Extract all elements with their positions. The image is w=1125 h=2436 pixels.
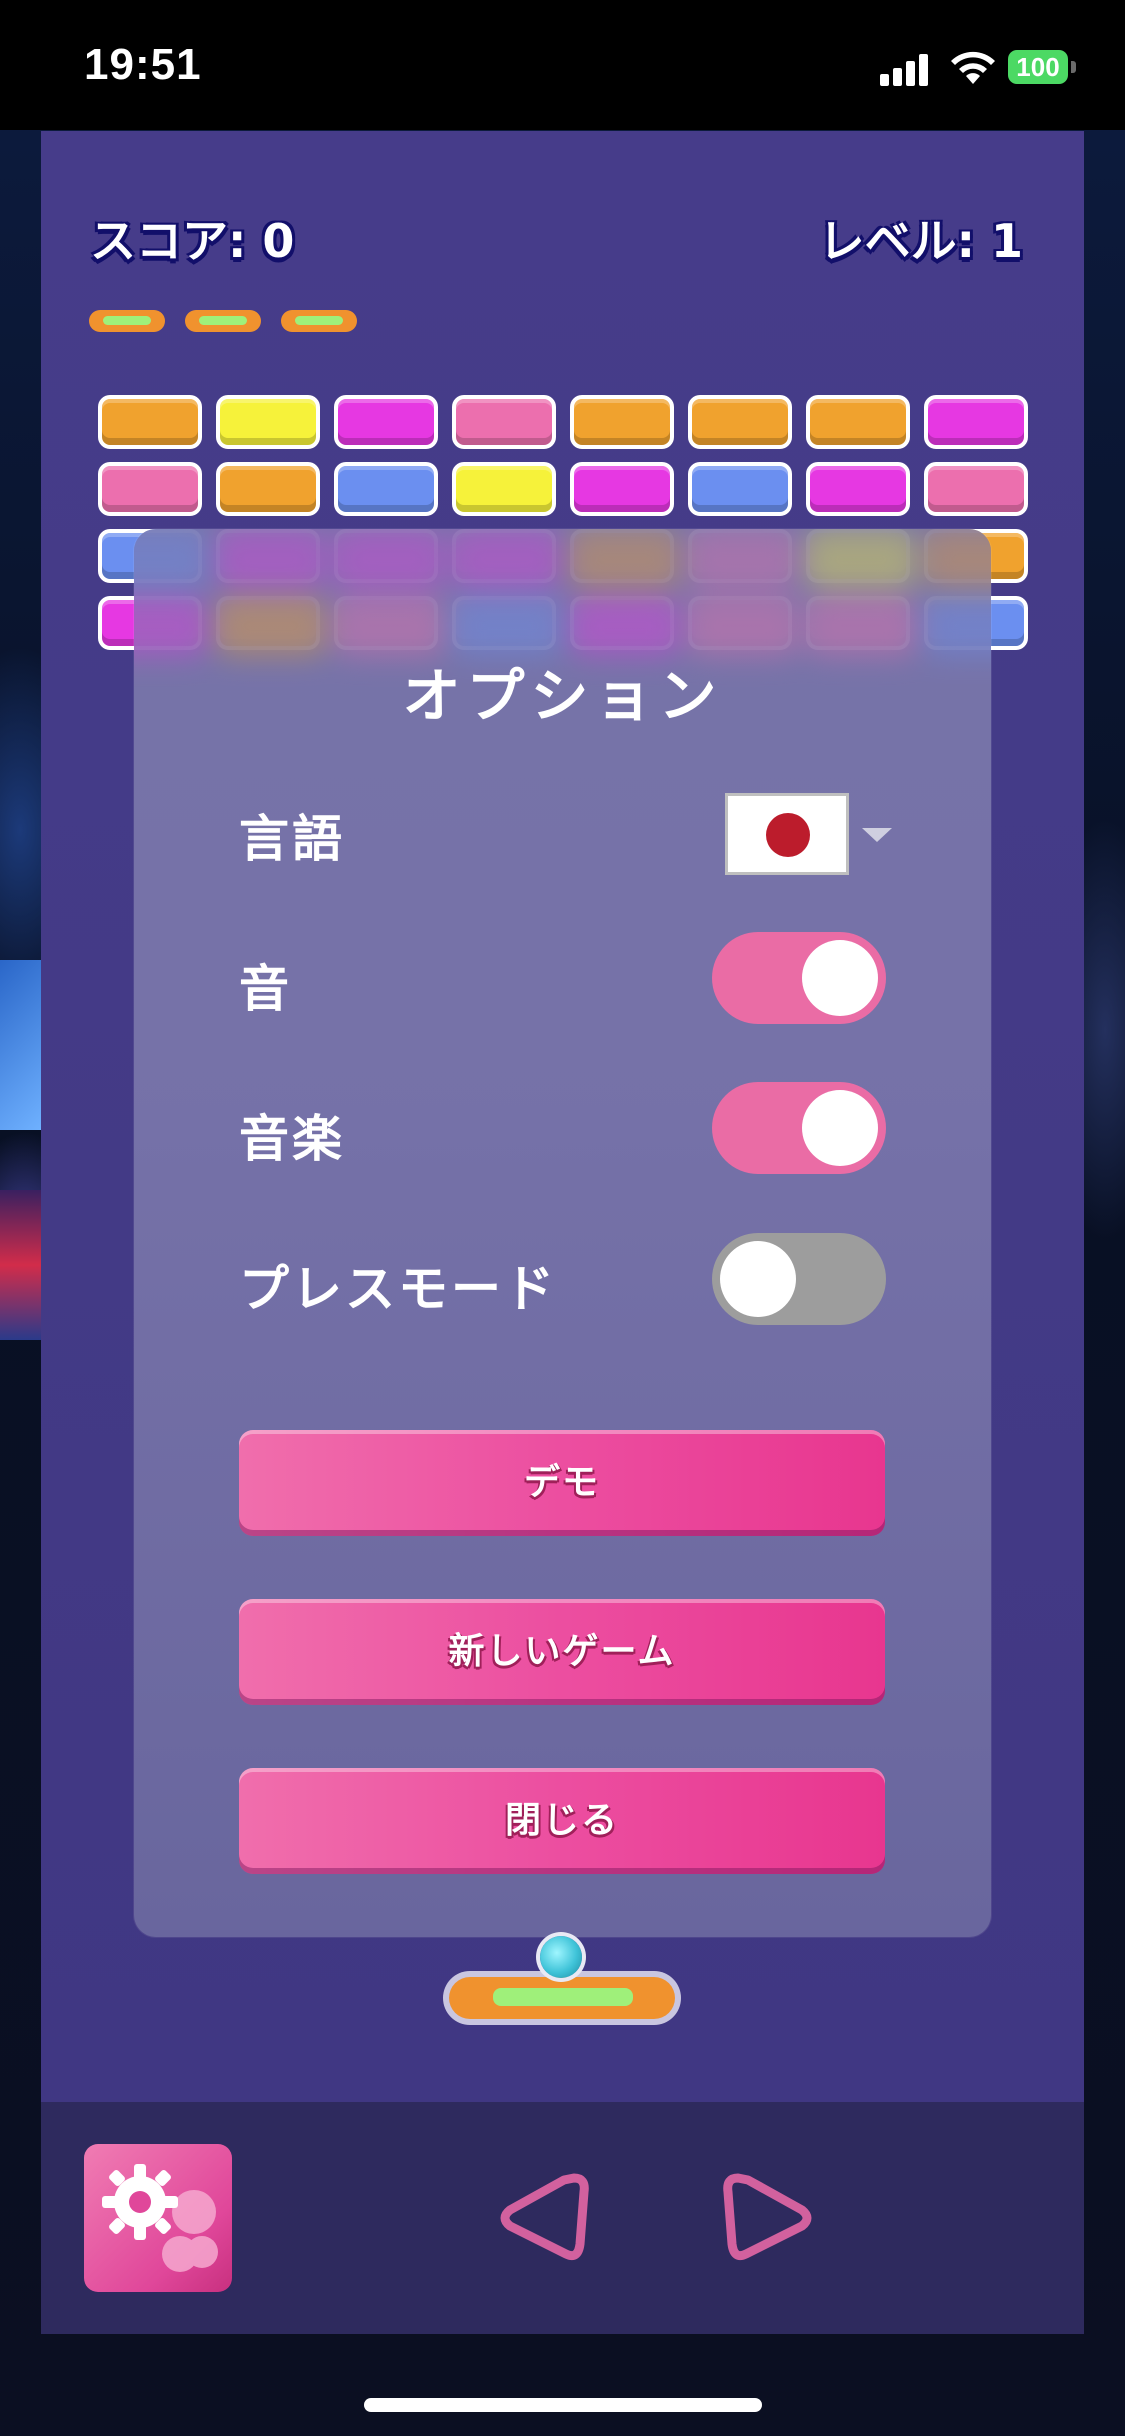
- life-icon: [89, 310, 165, 332]
- sound-label: 音: [239, 960, 292, 1018]
- triangle-right-icon: [723, 2173, 812, 2261]
- brick: [688, 395, 792, 449]
- brick: [216, 395, 320, 449]
- music-toggle[interactable]: [712, 1082, 886, 1174]
- wifi-icon: [951, 51, 995, 84]
- brick: [570, 395, 674, 449]
- ball: [540, 1936, 582, 1978]
- brick: [806, 462, 910, 516]
- japan-flag-icon: [766, 813, 810, 857]
- move-left-button[interactable]: [496, 2168, 596, 2268]
- life-icon: [281, 310, 357, 332]
- settings-button[interactable]: [84, 2144, 232, 2292]
- brick: [334, 462, 438, 516]
- sound-toggle[interactable]: [712, 932, 886, 1024]
- score-display: スコア: 0: [90, 214, 295, 268]
- paddle[interactable]: [449, 1977, 675, 2019]
- gear-icon: [102, 2164, 218, 2272]
- brick: [924, 395, 1028, 449]
- background-poster: [0, 1190, 42, 1340]
- status-bar: 19:51 100: [0, 0, 1125, 130]
- triangle-left-icon: [500, 2173, 589, 2261]
- language-label: 言語: [239, 810, 345, 868]
- cellular-signal-icon: [880, 52, 932, 86]
- brick: [688, 462, 792, 516]
- life-icon: [185, 310, 261, 332]
- options-title: オプション: [402, 662, 723, 730]
- toggle-knob: [802, 1090, 878, 1166]
- language-select[interactable]: [725, 793, 849, 875]
- battery-nub: [1071, 61, 1076, 73]
- new-game-button[interactable]: 新しいゲーム: [239, 1599, 885, 1705]
- battery-icon: 100: [1008, 50, 1068, 84]
- music-label: 音楽: [239, 1110, 345, 1168]
- move-right-button[interactable]: [716, 2168, 816, 2268]
- brick: [924, 462, 1028, 516]
- brick: [452, 462, 556, 516]
- brick: [98, 395, 202, 449]
- close-button[interactable]: 閉じる: [239, 1768, 885, 1874]
- brick: [452, 395, 556, 449]
- status-time: 19:51: [84, 40, 202, 89]
- level-display: レベル: 1: [818, 214, 1023, 268]
- chevron-down-icon[interactable]: [862, 828, 892, 842]
- press-mode-label: プレスモード: [239, 1260, 557, 1318]
- background-poster: [0, 960, 42, 1130]
- brick: [334, 395, 438, 449]
- options-panel: オプション 言語 音 音楽 プレスモード デモ 新しいゲーム 閉じる: [134, 529, 991, 1937]
- brick: [98, 462, 202, 516]
- demo-button[interactable]: デモ: [239, 1430, 885, 1536]
- press-mode-toggle[interactable]: [712, 1233, 886, 1325]
- brick: [570, 462, 674, 516]
- home-indicator[interactable]: [364, 2398, 762, 2412]
- toggle-knob: [802, 940, 878, 1016]
- brick: [806, 395, 910, 449]
- brick: [216, 462, 320, 516]
- panel-surface: [134, 529, 991, 1937]
- toggle-knob: [720, 1241, 796, 1317]
